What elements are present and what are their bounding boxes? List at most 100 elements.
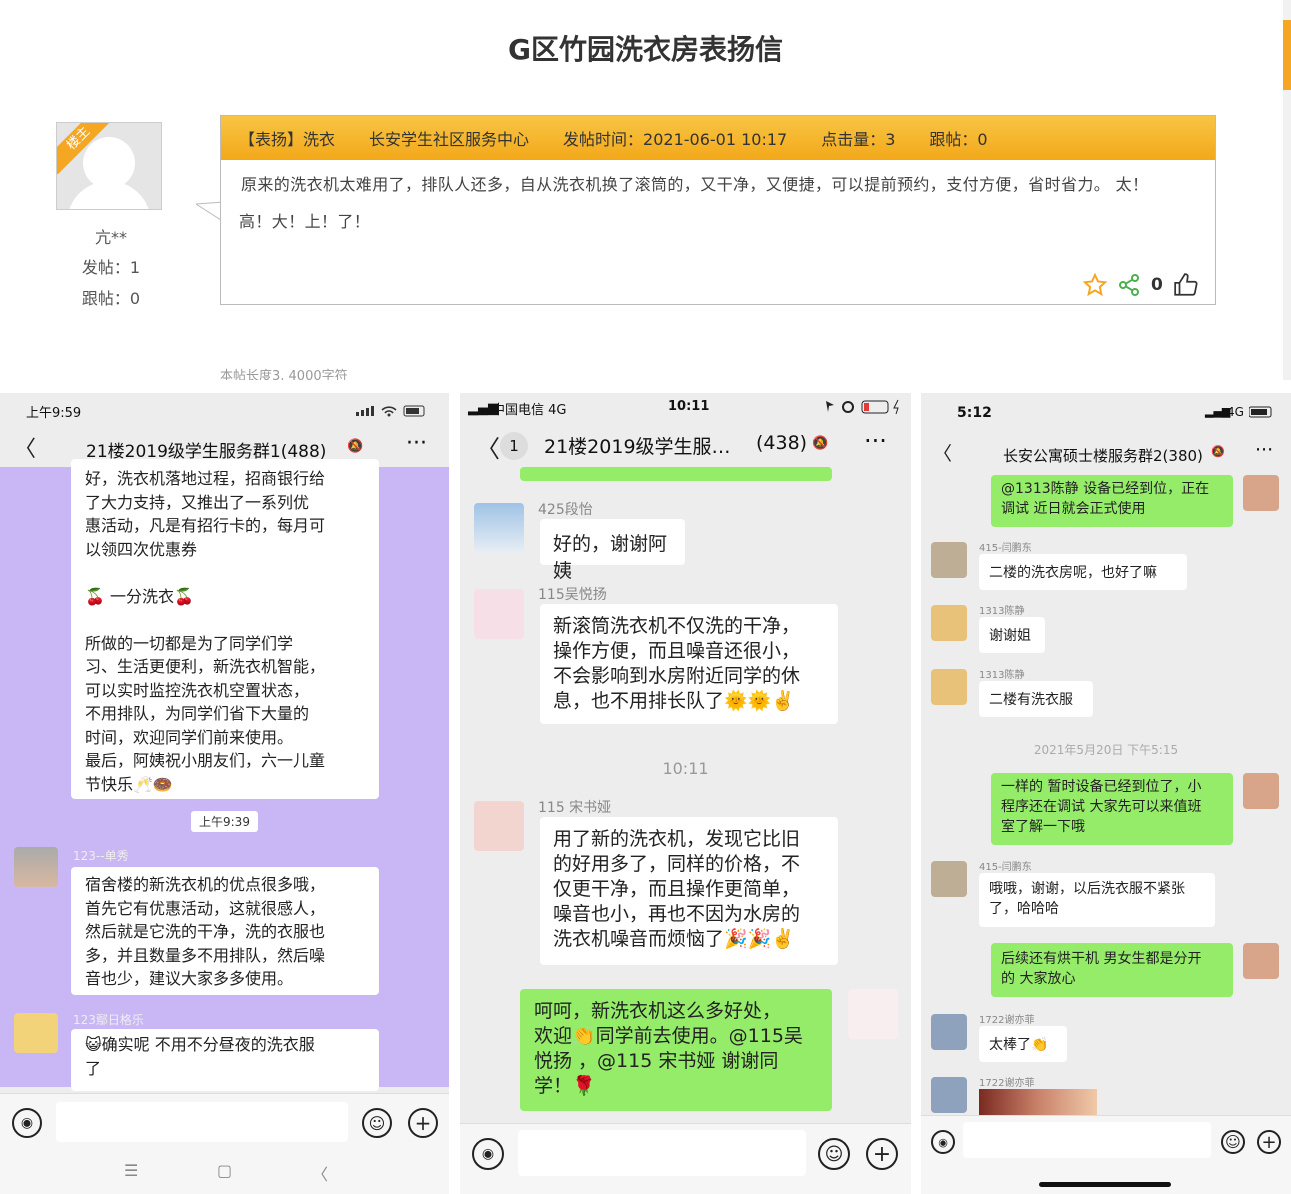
plus-icon[interactable]: + [1257,1130,1281,1154]
message-bubble[interactable]: 宿舍楼的新洗衣机的优点很多哦， 首先它有优惠活动，这就很感人， 然后就是它洗的干… [71,867,379,995]
back-icon[interactable]: 〈 [476,429,500,464]
message-line: 时间，欢迎同学们前来使用。 [85,727,294,747]
more-icon[interactable]: ··· [1255,439,1273,461]
emoji-icon[interactable]: ☺ [1221,1130,1245,1154]
message-bubble-self[interactable]: 一样的 暂时设备已经到位了，小 程序还在调试 大家先可以来值班 室了解一下哦 [991,773,1233,845]
avatar[interactable] [931,669,967,705]
voice-icon[interactable]: ◉ [12,1108,42,1138]
avatar-self[interactable] [1243,773,1279,809]
message-bubble[interactable]: 新滚筒洗衣机不仅洗的干净， 操作方便，而且噪音还很小， 不会影响到水房附近同学的… [540,604,838,724]
chat-header: 〈 1 21楼2019级学生服… (438) 🔕 ··· [460,423,911,467]
status-bar: 上午9:59 [0,393,449,427]
message-input[interactable] [56,1102,348,1142]
sender-name: 115 宋书娅 [538,800,612,816]
chat-screenshot-1: 上午9:59 〈 21楼2019级学生服务群1(488) 🔕 ··· 好，洗衣机… [0,393,449,1194]
member-count: (438) [756,432,808,454]
voice-icon[interactable]: ◉ [472,1138,504,1170]
message-line: 所做的一切都是为了同学们学 [85,633,294,653]
sender-name: 415-闫鹏东 [979,862,1032,873]
sender-name: 123鄢日格乐 [73,1013,144,1027]
message-bubble-self[interactable]: 后续还有烘干机 男女生都是分开 的 大家放心 [991,943,1233,997]
avatar[interactable] [14,1013,58,1053]
avatar[interactable]: 楼主 [56,122,162,210]
avatar[interactable] [474,801,524,851]
message-line: 用了新的洗衣机，发现它比旧 [553,828,801,850]
sender-name: 1313陈静 [979,606,1025,617]
chat-screenshot-2: ▂▄▆ 中国电信 4G 10:11 〈 1 21楼2019级学生服… (438)… [460,393,911,1194]
more-icon[interactable]: ··· [864,427,887,455]
avatar[interactable] [14,847,58,887]
home-indicator [1039,1182,1171,1187]
group-title: 长安公寓硕士楼服务群2(380) [1003,447,1203,465]
avatar[interactable] [474,503,524,553]
message-bubble-self[interactable]: @1313陈静 设备已经到位，正在 调试 近日就会正式使用 [991,475,1233,527]
message-bubble[interactable]: 太棒了👏 [979,1026,1067,1062]
message-line: 呵呵，新洗衣机这么多好处， [534,1000,782,1022]
message-line [85,608,365,632]
message-line: 后续还有烘干机 男女生都是分开 [1001,951,1202,967]
plus-icon[interactable]: + [408,1108,438,1138]
message-bubble[interactable]: 二楼的洗衣房呢，也好了嘛 [979,554,1187,590]
post-org[interactable]: 长安学生社区服务中心 [369,126,529,150]
message-line: 音也少，建议大家多多使用。 [85,969,294,988]
message-line: 节快乐🥂🍩 [85,774,173,794]
message-line: 🍒 一分洗衣🍒 [85,586,194,606]
message-line: 噪音也小，再也不因为水房的 [553,903,801,925]
avatar[interactable] [931,542,967,578]
battery-icon [1249,406,1272,418]
message-bubble[interactable]: 用了新的洗衣机，发现它比旧 的好用多了，同样的价格，不 仅更干净，而且操作更简单… [540,817,838,965]
message-bubble[interactable]: 哦哦，谢谢，以后洗衣服不紧张 了，哈哈哈 [979,873,1215,927]
image-message[interactable] [979,1089,1097,1115]
scrollbar-thumb[interactable] [1283,20,1291,90]
message-line: 新滚筒洗衣机不仅洗的干净， [553,615,801,637]
message-bubble[interactable]: 谢谢姐 [979,617,1045,653]
message-line: 室了解一下哦 [1001,819,1085,835]
emoji-icon[interactable]: ☺ [362,1108,392,1138]
message-line: 欢迎👏同学前去使用。@115吴 [534,1025,803,1047]
message-line: 首先它有优惠活动，这就很感人， [85,898,326,918]
message-bubble[interactable]: 好，洗衣机落地过程，招商银行给 了大力支持，又推出了一系列优 惠活动，凡是有招行… [71,459,379,799]
message-input[interactable] [518,1130,806,1176]
back-icon[interactable]: 〈 [14,431,36,463]
menu-icon[interactable]: ☰ [124,1161,138,1180]
post-category[interactable]: 【表扬】洗衣 [239,126,335,150]
back-icon[interactable]: 〈 [933,439,952,466]
chat-screenshot-3: 5:12 ▂▄▆ 4G 〈 长安公寓硕士楼服务群2(380) 🔕 ··· @13… [921,393,1291,1194]
avatar[interactable] [931,1014,967,1050]
share-icon[interactable] [1117,273,1141,297]
status-bar: 5:12 ▂▄▆ 4G [921,393,1291,433]
avatar-self[interactable] [1243,943,1279,979]
plus-icon[interactable]: + [866,1138,898,1170]
message-bubble[interactable]: 😺确实呢 不用不分昼夜的洗衣服 了 [71,1029,379,1091]
avatar-self[interactable] [848,989,898,1039]
avatar[interactable] [474,589,524,639]
message-bubble[interactable]: 二楼有洗衣服 [979,681,1093,717]
message-input[interactable] [963,1122,1211,1158]
emoji-icon[interactable]: ☺ [818,1138,850,1170]
message-line: 调试 近日就会正式使用 [1001,501,1146,517]
message-line: 学！🌹 [534,1075,596,1097]
mute-icon: 🔕 [812,436,829,451]
sender-name: 123--单秀 [73,849,129,863]
message-line: 仅更干净，而且操作更简单， [553,878,801,900]
message-bubble[interactable] [520,467,832,481]
user-name[interactable]: 亢** [56,224,166,248]
message-line: 操作方便，而且噪音还很小， [553,640,801,662]
unread-badge: 1 [500,432,528,460]
more-icon[interactable]: ··· [406,431,427,456]
message-line: 的 大家放心 [1001,971,1076,987]
avatar-self[interactable] [1243,475,1279,511]
voice-icon[interactable]: ◉ [931,1130,955,1154]
message-line: 的好用多了，同样的价格，不 [553,853,801,875]
avatar[interactable] [931,605,967,641]
thumbs-up-icon[interactable] [1173,272,1199,298]
avatar[interactable] [931,1077,967,1113]
message-line: 惠活动，凡是有招行卡的，每月可 [85,516,326,535]
home-icon[interactable]: ▢ [217,1161,232,1180]
forum-post-section: G区竹园洗衣房表扬信 楼主 亢** 发帖：1 跟帖：0 【表扬】洗衣 长安学生社… [0,0,1291,380]
star-icon[interactable] [1083,273,1107,297]
message-bubble-self[interactable]: 呵呵，新洗衣机这么多好处， 欢迎👏同学前去使用。@115吴 悦扬 ，@115 宋… [520,989,832,1111]
avatar[interactable] [931,861,967,897]
back-nav-icon[interactable]: 〈 [312,1161,328,1185]
message-bubble[interactable]: 好的，谢谢阿姨 [540,519,685,582]
